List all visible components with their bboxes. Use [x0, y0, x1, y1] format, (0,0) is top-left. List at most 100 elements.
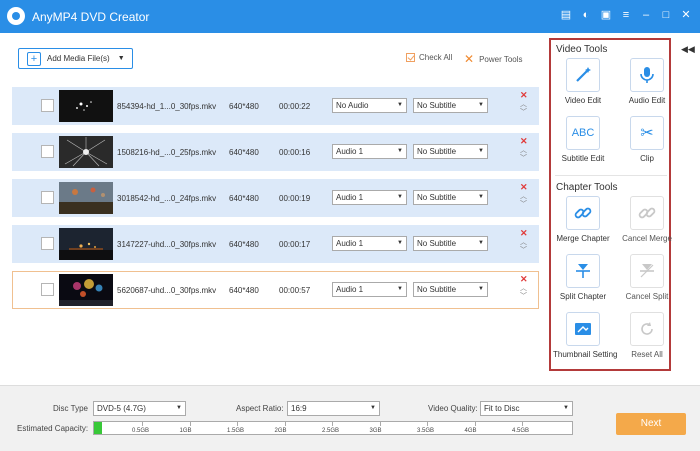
estimated-capacity-label: Estimated Capacity:	[17, 424, 89, 433]
row-checkbox[interactable]	[41, 283, 54, 296]
feedback-icon[interactable]: ▣	[600, 9, 612, 21]
add-file-icon: +	[27, 51, 41, 66]
collapse-panel-icon[interactable]: ◀◀	[681, 44, 695, 55]
chevron-down-icon[interactable]: ▼	[118, 55, 125, 62]
check-all-checkbox[interactable]: Check All	[406, 53, 452, 62]
file-resolution: 640*480	[229, 102, 259, 111]
delete-icon[interactable]: ✕	[520, 182, 528, 193]
maximize-icon[interactable]: □	[660, 9, 672, 21]
video-tools-title: Video Tools	[556, 44, 608, 55]
merge-chapter-label: Merge Chapter	[556, 234, 610, 243]
row-checkbox[interactable]	[41, 99, 54, 112]
abc-icon: ABC	[566, 116, 600, 150]
row-checkbox[interactable]	[41, 145, 54, 158]
app-title: AnyMP4 DVD Creator	[32, 10, 150, 24]
capacity-tick-mark	[379, 422, 381, 426]
app-logo-icon	[7, 7, 25, 25]
reorder-icon[interactable]: ︿ ﹀	[520, 101, 527, 117]
reorder-icon[interactable]: ︿ ﹀	[520, 285, 527, 301]
subtitle-select[interactable]: No Subtitle	[413, 190, 488, 205]
file-duration: 00:00:57	[279, 286, 311, 295]
subtitle-select[interactable]: No Subtitle	[413, 144, 488, 159]
subtitle-edit-button[interactable]: ABC Subtitle Edit	[553, 116, 613, 163]
power-tools-button[interactable]: ✕ Power Tools	[464, 52, 523, 66]
audio-track-select[interactable]: Audio 1	[332, 190, 407, 205]
file-duration: 00:00:19	[279, 194, 311, 203]
tools-panel: Video Tools Video Edit Audio Edit ABC Su…	[549, 38, 672, 371]
row-checkbox[interactable]	[41, 191, 54, 204]
row-checkbox[interactable]	[41, 237, 54, 250]
audio-edit-button[interactable]: Audio Edit	[617, 58, 677, 105]
file-row-selected[interactable]: 5620687-uhd...0_30fps.mkv 640*480 00:00:…	[12, 271, 539, 309]
power-tools-label: Power Tools	[479, 54, 523, 64]
wrench-icon: ✕	[464, 52, 475, 66]
file-row[interactable]: 854394-hd_1...0_30fps.mkv 640*480 00:00:…	[12, 87, 539, 125]
add-media-button[interactable]: + Add Media File(s) ▼	[18, 48, 133, 69]
reorder-icon[interactable]: ︿ ﹀	[520, 147, 527, 163]
subtitle-select[interactable]: No Subtitle	[413, 282, 488, 297]
delete-icon[interactable]: ✕	[520, 90, 528, 101]
subtitle-select[interactable]: No Subtitle	[413, 98, 488, 113]
split-chapter-button[interactable]: Split Chapter	[553, 254, 613, 301]
file-name: 1508216-hd_...0_25fps.mkv	[117, 148, 217, 157]
video-thumbnail	[59, 136, 113, 168]
cancel-merge-label: Cancel Merge	[622, 234, 672, 243]
audio-edit-label: Audio Edit	[628, 96, 666, 105]
capacity-tick-label: 1GB	[179, 428, 192, 434]
capacity-tick-label: 2.5GB	[322, 428, 340, 434]
close-icon[interactable]: ✕	[680, 9, 692, 21]
capacity-tick-mark	[237, 422, 238, 426]
chapter-tools-title: Chapter Tools	[556, 182, 618, 193]
microphone-icon	[630, 58, 664, 92]
scissors-icon: ✂	[630, 116, 664, 150]
file-row[interactable]: 3147227-uhd...0_30fps.mkv 640*480 00:00:…	[12, 225, 539, 263]
split-chapter-label: Split Chapter	[559, 292, 607, 301]
clip-button[interactable]: ✂ Clip	[617, 116, 677, 163]
aspect-ratio-select[interactable]: 16:9	[287, 401, 380, 416]
disc-type-select[interactable]: DVD-5 (4.7G)	[93, 401, 186, 416]
disc-type-label: Disc Type	[53, 404, 88, 413]
audio-track-select[interactable]: Audio 1	[332, 282, 407, 297]
video-edit-button[interactable]: Video Edit	[553, 58, 613, 105]
capacity-tick-mark	[474, 422, 476, 426]
video-quality-select[interactable]: Fit to Disc	[480, 401, 573, 416]
next-button[interactable]: Next	[616, 413, 686, 435]
video-thumbnail	[59, 228, 113, 260]
thumbnail-setting-button[interactable]: Thumbnail Setting	[553, 312, 617, 359]
file-duration: 00:00:17	[279, 240, 311, 249]
video-thumbnail	[59, 90, 113, 122]
capacity-tick-label: 3GB	[369, 428, 382, 434]
menu-icon[interactable]: ≡	[620, 9, 632, 21]
capacity-tick-label: 3.5GB	[417, 428, 435, 434]
reorder-icon[interactable]: ︿ ﹀	[520, 239, 527, 255]
cancel-split-button[interactable]: Cancel Split	[617, 254, 677, 301]
file-resolution: 640*480	[229, 148, 259, 157]
delete-icon[interactable]: ✕	[520, 274, 528, 285]
merge-chapter-button[interactable]: Merge Chapter	[553, 196, 613, 243]
delete-icon[interactable]: ✕	[520, 228, 528, 239]
cancel-merge-button[interactable]: Cancel Merge	[617, 196, 677, 243]
file-row[interactable]: 1508216-hd_...0_25fps.mkv 640*480 00:00:…	[12, 133, 539, 171]
minimize-icon[interactable]: –	[640, 9, 652, 21]
cancel-split-label: Cancel Split	[625, 292, 669, 301]
reset-all-label: Reset All	[631, 350, 663, 359]
file-row[interactable]: 3018542-hd_...0_24fps.mkv 640*480 00:00:…	[12, 179, 539, 217]
file-resolution: 640*480	[229, 240, 259, 249]
file-name: 3018542-hd_...0_24fps.mkv	[117, 194, 217, 203]
title-bar-controls: ▤ ◐ ▣ ≡ – □ ✕	[560, 9, 692, 21]
reorder-icon[interactable]: ︿ ﹀	[520, 193, 527, 209]
capacity-tick-mark	[189, 422, 191, 426]
link-icon	[566, 196, 600, 230]
document-icon[interactable]: ▤	[560, 9, 572, 21]
capacity-tick-label: 4.5GB	[512, 428, 530, 434]
audio-track-select[interactable]: No Audio	[332, 98, 407, 113]
capacity-tick-mark	[284, 422, 286, 426]
file-name: 854394-hd_1...0_30fps.mkv	[117, 102, 217, 111]
audio-track-select[interactable]: Audio 1	[332, 236, 407, 251]
reset-all-button[interactable]: Reset All	[617, 312, 677, 359]
reset-icon	[630, 312, 664, 346]
audio-track-select[interactable]: Audio 1	[332, 144, 407, 159]
subtitle-select[interactable]: No Subtitle	[413, 236, 488, 251]
chat-icon[interactable]: ◐	[580, 9, 592, 21]
delete-icon[interactable]: ✕	[520, 136, 528, 147]
